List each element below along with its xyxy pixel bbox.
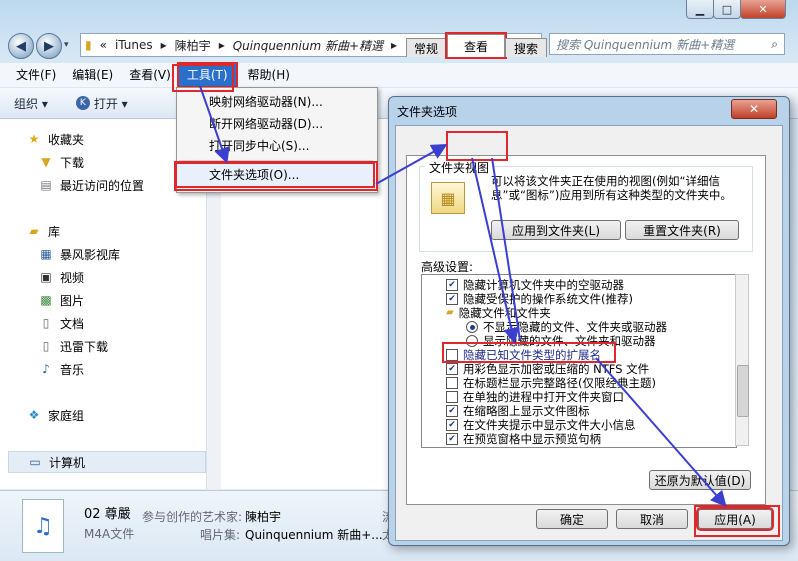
guide-arrows	[199, 85, 727, 508]
arrow-view-to-setting	[471, 157, 520, 344]
arrow-folder-options-to-view	[375, 144, 448, 185]
arrow-view-to-setting-2	[491, 157, 521, 341]
arrow-tools-to-folder-options	[199, 85, 230, 164]
arrow-setting-to-apply	[595, 357, 727, 508]
